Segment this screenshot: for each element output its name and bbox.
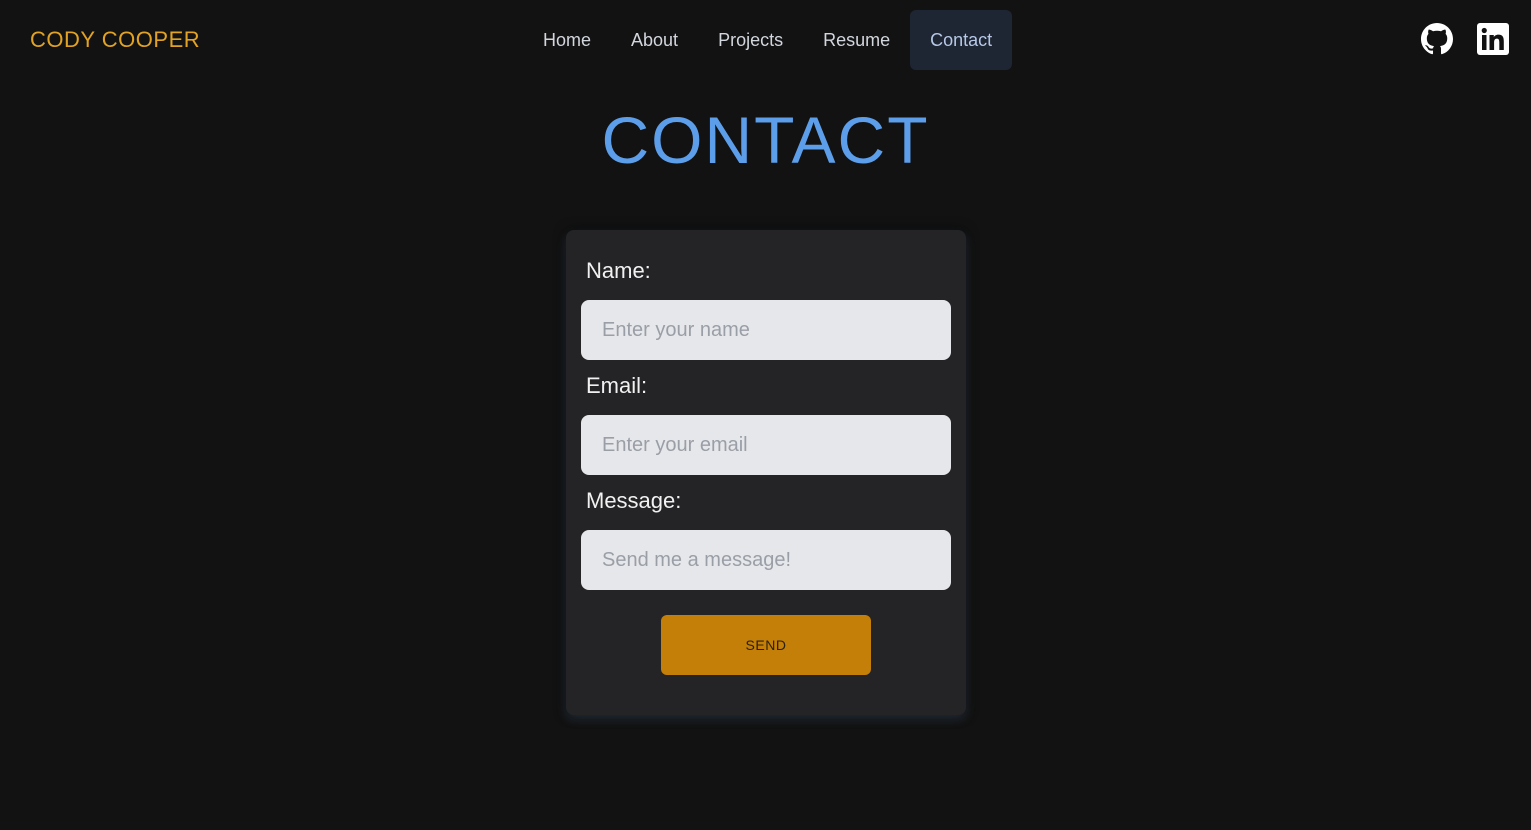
- name-label: Name:: [586, 258, 651, 283]
- message-label: Message:: [586, 488, 682, 513]
- name-input[interactable]: [581, 300, 951, 360]
- nav-item-projects[interactable]: Projects: [698, 10, 803, 70]
- github-icon[interactable]: [1421, 23, 1453, 55]
- email-input[interactable]: [581, 415, 951, 475]
- nav-item-about[interactable]: About: [611, 10, 698, 70]
- send-button[interactable]: SEND: [661, 615, 871, 675]
- linkedin-icon[interactable]: [1477, 23, 1509, 55]
- nav-item-home[interactable]: Home: [523, 10, 611, 70]
- email-label: Email:: [586, 373, 648, 398]
- nav-item-resume[interactable]: Resume: [803, 10, 910, 70]
- site-brand[interactable]: CODY COOPER: [30, 26, 200, 54]
- message-input[interactable]: [581, 530, 951, 590]
- contact-form: Name: Email: Message: SEND: [566, 230, 966, 715]
- nav-item-contact[interactable]: Contact: [910, 10, 1013, 70]
- social-links: [1421, 23, 1509, 55]
- main-nav: Home About Projects Resume Contact: [523, 10, 1013, 70]
- page-title: CONTACT: [601, 103, 930, 177]
- header: CODY COOPER Home About Projects Resume C…: [0, 0, 1531, 80]
